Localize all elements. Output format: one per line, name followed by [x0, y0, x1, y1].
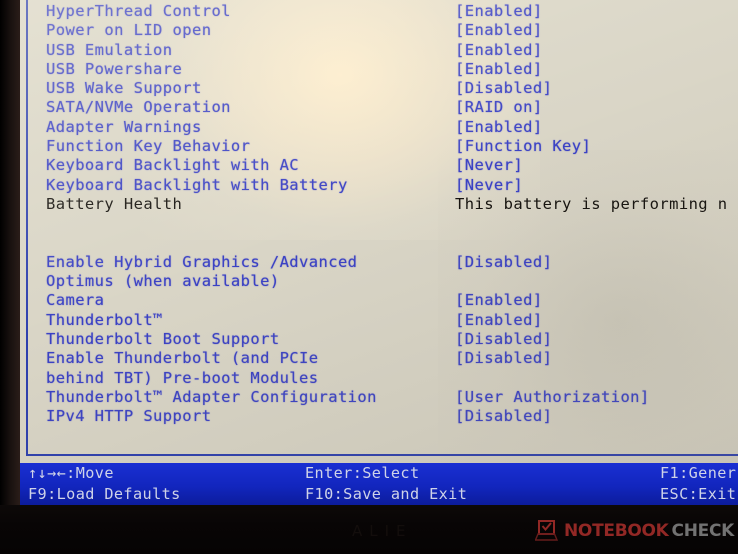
setting-label: Keyboard Backlight with AC — [46, 156, 300, 175]
setting-value[interactable]: [Disabled] — [455, 79, 552, 98]
settings-row[interactable]: Camera [Enabled] — [20, 291, 738, 310]
statusbar-row-1: ↑↓→←:Move Enter:Select F1:Gener — [20, 463, 738, 484]
setting-label: USB Emulation — [46, 40, 173, 59]
settings-row[interactable]: Optimus (when available) — [20, 272, 738, 291]
setting-label: HyperThread Control — [46, 2, 231, 20]
function-key-statusbar: ↑↓→←:Move Enter:Select F1:Gener F9:Load … — [20, 463, 738, 505]
setting-value[interactable]: [Enabled] — [455, 21, 543, 40]
setting-label: Thunderbolt™ Adapter Configuration — [46, 387, 377, 406]
setting-label: Enable Thunderbolt (and PCIe — [46, 349, 319, 368]
setting-label: Battery Health — [46, 194, 183, 213]
settings-row[interactable]: Adapter Warnings [Enabled] — [20, 118, 738, 137]
setting-value[interactable]: [Enabled] — [455, 291, 543, 310]
laptop-photo: HyperThread Control [Enabled] Power on LID… — [0, 0, 738, 554]
setting-label: USB Wake Support — [46, 79, 202, 98]
settings-row[interactable]: USB Powershare [Enabled] — [20, 60, 738, 79]
setting-label: Power on LID open — [46, 21, 212, 40]
setting-label: Adapter Warnings — [46, 117, 202, 136]
setting-value[interactable]: [Enabled] — [455, 118, 543, 137]
setting-value[interactable]: [Enabled] — [455, 41, 543, 60]
hint-load-defaults[interactable]: F9:Load Defaults — [28, 484, 181, 505]
notebookcheck-laptop-icon — [535, 520, 559, 541]
settings-row[interactable]: SATA/NVMe Operation [RAID on] — [20, 98, 738, 117]
setting-value[interactable]: [Disabled] — [455, 253, 552, 272]
setting-value[interactable]: [Enabled] — [455, 311, 543, 330]
settings-row[interactable]: IPv4 HTTP Support [Disabled] — [20, 407, 738, 426]
bios-screen: HyperThread Control [Enabled] Power on LID… — [20, 0, 738, 505]
setting-value[interactable]: [Disabled] — [455, 349, 552, 368]
setting-label: Camera — [46, 291, 105, 310]
setting-label: Thunderbolt™ — [46, 310, 163, 329]
setting-value[interactable]: [Function Key] — [455, 137, 591, 156]
settings-row[interactable]: Keyboard Backlight with Battery [Never] — [20, 176, 738, 195]
setting-label: USB Powershare — [46, 59, 183, 78]
settings-row[interactable]: Thunderbolt Boot Support [Disabled] — [20, 330, 738, 349]
setting-value[interactable]: [Enabled] — [455, 2, 543, 21]
settings-row-spacer — [20, 214, 738, 233]
setting-label: behind TBT) Pre-boot Modules — [46, 368, 319, 387]
settings-row[interactable]: Function Key Behavior [Function Key] — [20, 137, 738, 156]
setting-label: Enable Hybrid Graphics /Advanced — [46, 252, 358, 271]
settings-row[interactable]: Battery Health This battery is performing… — [20, 195, 738, 214]
settings-row[interactable]: Thunderbolt™ [Enabled] — [20, 311, 738, 330]
statusbar-row-2: F9:Load Defaults F10:Save and Exit ESC:E… — [20, 484, 738, 505]
setting-label: IPv4 HTTP Support — [46, 407, 212, 426]
notebookcheck-watermark: NOTEBOOK CHECK — [535, 520, 734, 542]
setting-label: Keyboard Backlight with Battery — [46, 175, 348, 194]
setting-label: SATA/NVMe Operation — [46, 98, 231, 117]
hint-exit[interactable]: ESC:Exit — [660, 484, 736, 505]
hint-move[interactable]: ↑↓→←:Move — [28, 463, 114, 484]
setting-value[interactable]: [RAID on] — [455, 98, 543, 117]
alienware-brandmark: ALIE — [352, 522, 413, 540]
hint-select[interactable]: Enter:Select — [305, 463, 420, 484]
settings-row[interactable]: HyperThread Control [Enabled] — [20, 2, 738, 21]
settings-list: HyperThread Control [Enabled] Power on LID… — [20, 0, 738, 427]
hint-save-and-exit[interactable]: F10:Save and Exit — [305, 484, 467, 505]
setting-value[interactable]: This battery is performing n — [455, 195, 728, 214]
settings-row-spacer — [20, 234, 738, 253]
settings-row[interactable]: Keyboard Backlight with AC [Never] — [20, 156, 738, 175]
setting-value[interactable]: [Never] — [455, 176, 523, 195]
setting-value[interactable]: [Disabled] — [455, 330, 552, 349]
watermark-text-primary: NOTEBOOK — [564, 521, 669, 541]
setting-label: Optimus (when available) — [46, 272, 280, 291]
settings-row[interactable]: behind TBT) Pre-boot Modules — [20, 369, 738, 388]
setting-value[interactable]: [Enabled] — [455, 60, 543, 79]
settings-row[interactable]: USB Wake Support [Disabled] — [20, 79, 738, 98]
screen-bezel-left — [0, 0, 20, 554]
settings-row[interactable]: Enable Thunderbolt (and PCIe [Disabled] — [20, 349, 738, 368]
setting-label: Thunderbolt Boot Support — [46, 330, 280, 349]
settings-row[interactable]: Thunderbolt™ Adapter Configuration [User … — [20, 388, 738, 407]
setting-label: Function Key Behavior — [46, 137, 251, 156]
setting-value[interactable]: [Disabled] — [455, 407, 552, 426]
hint-general-help[interactable]: F1:Gener — [660, 463, 736, 484]
setting-value[interactable]: [User Authorization] — [455, 388, 650, 407]
setting-value[interactable]: [Never] — [455, 156, 523, 175]
settings-row[interactable]: Power on LID open [Enabled] — [20, 21, 738, 40]
settings-row[interactable]: USB Emulation [Enabled] — [20, 41, 738, 60]
settings-row[interactable]: Enable Hybrid Graphics /Advanced [Disable… — [20, 253, 738, 272]
watermark-text-secondary: CHECK — [671, 521, 735, 541]
